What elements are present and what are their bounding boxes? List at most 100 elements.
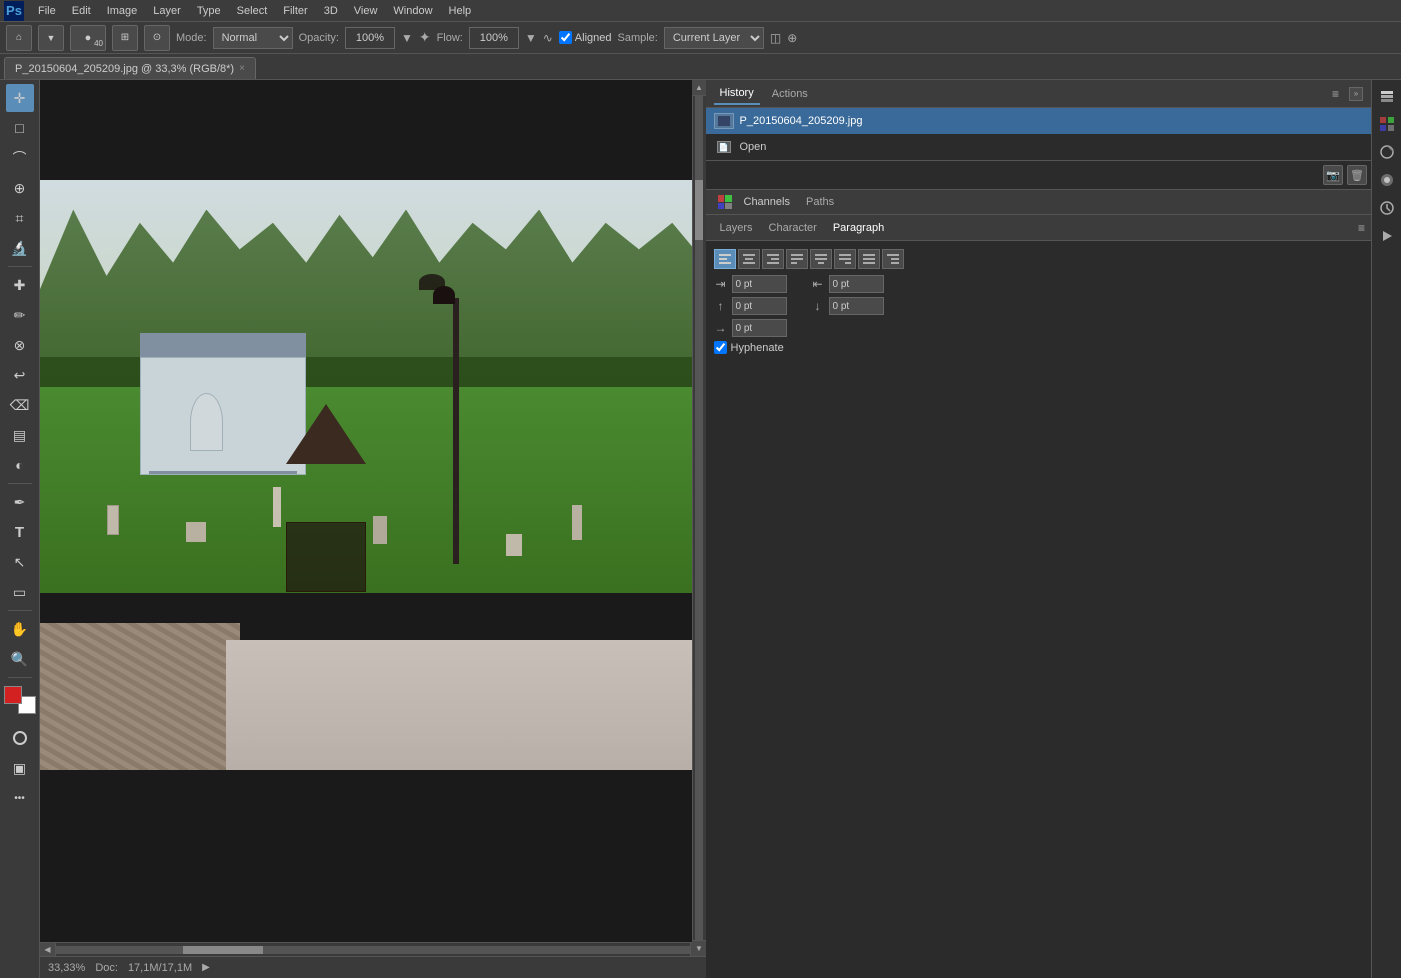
menu-file[interactable]: File	[30, 3, 64, 19]
layers-icon-btn[interactable]	[1375, 84, 1399, 108]
menu-image[interactable]: Image	[99, 3, 146, 19]
clone-stamp-tool[interactable]: ⊗	[6, 331, 34, 359]
menu-select[interactable]: Select	[229, 3, 276, 19]
marquee-rect-tool[interactable]: □	[6, 114, 34, 142]
zoom-tool[interactable]: 🔍	[6, 645, 34, 673]
menu-3d[interactable]: 3D	[316, 3, 346, 19]
lasso-tool[interactable]: ⌒	[6, 144, 34, 172]
scroll-left-btn[interactable]: ◀	[40, 943, 56, 957]
brush-picker-btn[interactable]: ● 40	[70, 25, 106, 51]
indent-right-input[interactable]	[829, 275, 884, 293]
scroll-up-btn[interactable]: ▲	[692, 80, 706, 96]
canvas-image[interactable]	[40, 180, 706, 770]
menu-help[interactable]: Help	[441, 3, 480, 19]
menu-layer[interactable]: Layer	[145, 3, 189, 19]
actions-tab[interactable]: Actions	[766, 84, 814, 104]
menu-edit[interactable]: Edit	[64, 3, 99, 19]
foreground-color-swatch[interactable]	[4, 686, 22, 704]
dodge-tool[interactable]: ◐	[6, 451, 34, 479]
indent-first-input[interactable]	[732, 319, 787, 337]
scroll-thumb-v[interactable]	[695, 180, 703, 240]
space-after-input[interactable]	[829, 297, 884, 315]
delete-state-button[interactable]: 🗑	[1347, 165, 1367, 185]
actions-icon-btn[interactable]	[1375, 224, 1399, 248]
aligned-checkbox-label[interactable]: Aligned	[559, 31, 612, 44]
screen-mode-btn[interactable]: ▣	[6, 754, 34, 782]
hand-tool[interactable]: ✋	[6, 615, 34, 643]
scroll-track-v[interactable]	[695, 96, 703, 940]
hyphenate-label[interactable]: Hyphenate	[731, 342, 784, 354]
mode-select[interactable]: Normal	[213, 27, 293, 49]
sample-all-layers-icon[interactable]: ◫	[770, 31, 781, 45]
bottom-panel-menu[interactable]: ≡	[1358, 221, 1365, 235]
menu-type[interactable]: Type	[189, 3, 229, 19]
document-tab[interactable]: P_20150604_205209.jpg @ 33,3% (RGB/8*) ×	[4, 57, 256, 79]
justify-last-right-button[interactable]	[834, 249, 856, 269]
layers-tab[interactable]: Layers	[712, 218, 761, 238]
canvas-container[interactable]	[40, 180, 706, 878]
tab-close-button[interactable]: ×	[239, 63, 245, 74]
tool-preset-picker[interactable]: ▼	[38, 25, 64, 51]
paths-label[interactable]: Paths	[806, 196, 834, 208]
status-arrow[interactable]: ▶	[202, 962, 210, 973]
character-tab[interactable]: Character	[761, 218, 825, 238]
flow-dropdown-icon[interactable]: ▼	[525, 31, 537, 45]
new-snapshot-button[interactable]: 📷	[1323, 165, 1343, 185]
menu-filter[interactable]: Filter	[275, 3, 315, 19]
space-before-input[interactable]	[732, 297, 787, 315]
collapse-icon[interactable]: »	[1349, 87, 1363, 101]
indent-left-input[interactable]	[732, 275, 787, 293]
aligned-checkbox[interactable]	[559, 31, 572, 44]
hyphenate-checkbox[interactable]	[714, 341, 727, 354]
history-tab[interactable]: History	[714, 83, 760, 105]
justify-all-button[interactable]	[858, 249, 880, 269]
move-tool[interactable]: ✛	[6, 84, 34, 112]
pen-tool[interactable]: ✒	[6, 488, 34, 516]
styles-icon-btn[interactable]	[1375, 168, 1399, 192]
history-panel-menu[interactable]: ≡	[1332, 87, 1339, 101]
history-icon-btn[interactable]	[1375, 196, 1399, 220]
horizontal-scrollbar[interactable]: ◀ ▶	[40, 942, 706, 956]
opacity-dropdown-icon[interactable]: ▼	[401, 31, 413, 45]
shape-tool[interactable]: ▭	[6, 578, 34, 606]
justify-last-left-button[interactable]	[786, 249, 808, 269]
smoothing-icon[interactable]: ∿	[543, 31, 553, 45]
align-right-justify-button[interactable]	[882, 249, 904, 269]
history-item-file[interactable]: P_20150604_205209.jpg	[706, 108, 1372, 134]
clone-source-icon[interactable]: ⊕	[787, 31, 797, 45]
quick-select-tool[interactable]: ⊕	[6, 174, 34, 202]
history-brush-tool[interactable]: ↩	[6, 361, 34, 389]
brush-mode-btn[interactable]: ⊞	[112, 25, 138, 51]
gradient-tool[interactable]: ▤	[6, 421, 34, 449]
justify-last-center-button[interactable]	[810, 249, 832, 269]
scroll-thumb-h[interactable]	[183, 946, 263, 954]
brush-tool[interactable]: ✏	[6, 301, 34, 329]
more-tools-btn[interactable]: •••	[6, 784, 34, 812]
align-right-button[interactable]	[762, 249, 784, 269]
quick-mask-btn[interactable]	[6, 724, 34, 752]
channels-icon-btn[interactable]	[1375, 112, 1399, 136]
text-tool[interactable]: T	[6, 518, 34, 546]
sample-select[interactable]: Current Layer	[664, 27, 764, 49]
channels-icon[interactable]	[714, 191, 736, 213]
path-select-tool[interactable]: ↖	[6, 548, 34, 576]
source-normal-btn[interactable]: ⊙	[144, 25, 170, 51]
adjustment-icon-btn[interactable]	[1375, 140, 1399, 164]
vertical-scrollbar[interactable]: ▲ ▼	[692, 80, 706, 956]
flow-input[interactable]	[469, 27, 519, 49]
color-swatches[interactable]	[4, 686, 36, 714]
healing-brush-tool[interactable]: ✚	[6, 271, 34, 299]
align-left-button[interactable]	[714, 249, 736, 269]
eraser-tool[interactable]: ⌫	[6, 391, 34, 419]
paragraph-tab[interactable]: Paragraph	[825, 218, 892, 238]
menu-window[interactable]: Window	[385, 3, 440, 19]
crop-tool[interactable]: ⌗	[6, 204, 34, 232]
airbrush-icon[interactable]: ✦	[419, 29, 431, 46]
scroll-track-h[interactable]	[56, 946, 690, 954]
history-item-open[interactable]: 📄 Open	[706, 134, 1372, 160]
eyedropper-tool[interactable]: 🔬	[6, 234, 34, 262]
opacity-input[interactable]	[345, 27, 395, 49]
home-button[interactable]: ⌂	[6, 25, 32, 51]
menu-view[interactable]: View	[346, 3, 386, 19]
scroll-down-btn[interactable]: ▼	[692, 940, 706, 956]
